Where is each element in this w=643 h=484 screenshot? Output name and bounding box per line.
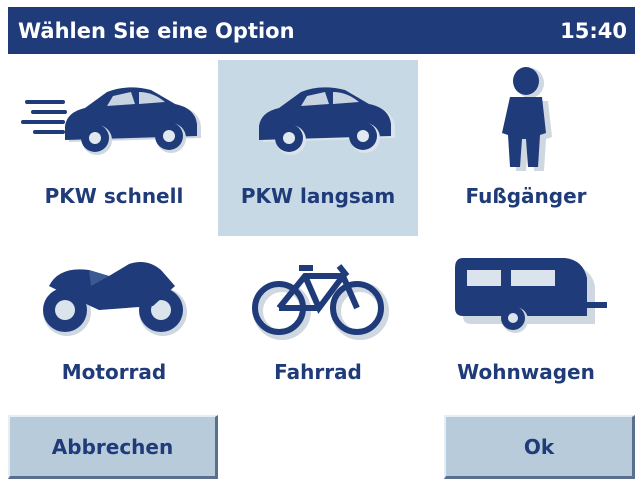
- option-grid: PKW schnell PKW langsam Fußgänger Motorr…: [8, 56, 635, 412]
- dialog-window: Wählen Sie eine Option 15:40 PKW schnell…: [8, 7, 635, 479]
- clock-time: 15:40: [560, 18, 627, 43]
- cancel-button[interactable]: Abbrechen: [8, 415, 218, 479]
- button-bar: Abbrechen Ok: [8, 415, 635, 479]
- title-bar: Wählen Sie eine Option 15:40: [8, 7, 635, 54]
- ok-button[interactable]: Ok: [444, 415, 635, 479]
- motorcycle-icon: [14, 236, 214, 356]
- bicycle-icon: [218, 236, 418, 356]
- option-label: Fahrrad: [274, 360, 362, 384]
- fast-car-icon: [14, 60, 214, 180]
- option-label: Fußgänger: [465, 184, 587, 208]
- option-motorrad[interactable]: Motorrad: [14, 236, 214, 412]
- option-pkw-schnell[interactable]: PKW schnell: [14, 60, 214, 236]
- option-label: PKW schnell: [44, 184, 184, 208]
- option-fussgaenger[interactable]: Fußgänger: [426, 60, 626, 236]
- pedestrian-icon: [426, 60, 626, 180]
- option-fahrrad[interactable]: Fahrrad: [218, 236, 418, 412]
- car-icon: [218, 60, 418, 180]
- option-label: PKW langsam: [240, 184, 396, 208]
- caravan-icon: [426, 236, 626, 356]
- option-pkw-langsam[interactable]: PKW langsam: [218, 60, 418, 236]
- option-label: Wohnwagen: [457, 360, 595, 384]
- option-wohnwagen[interactable]: Wohnwagen: [426, 236, 626, 412]
- option-label: Motorrad: [61, 360, 167, 384]
- dialog-title: Wählen Sie eine Option: [18, 18, 295, 43]
